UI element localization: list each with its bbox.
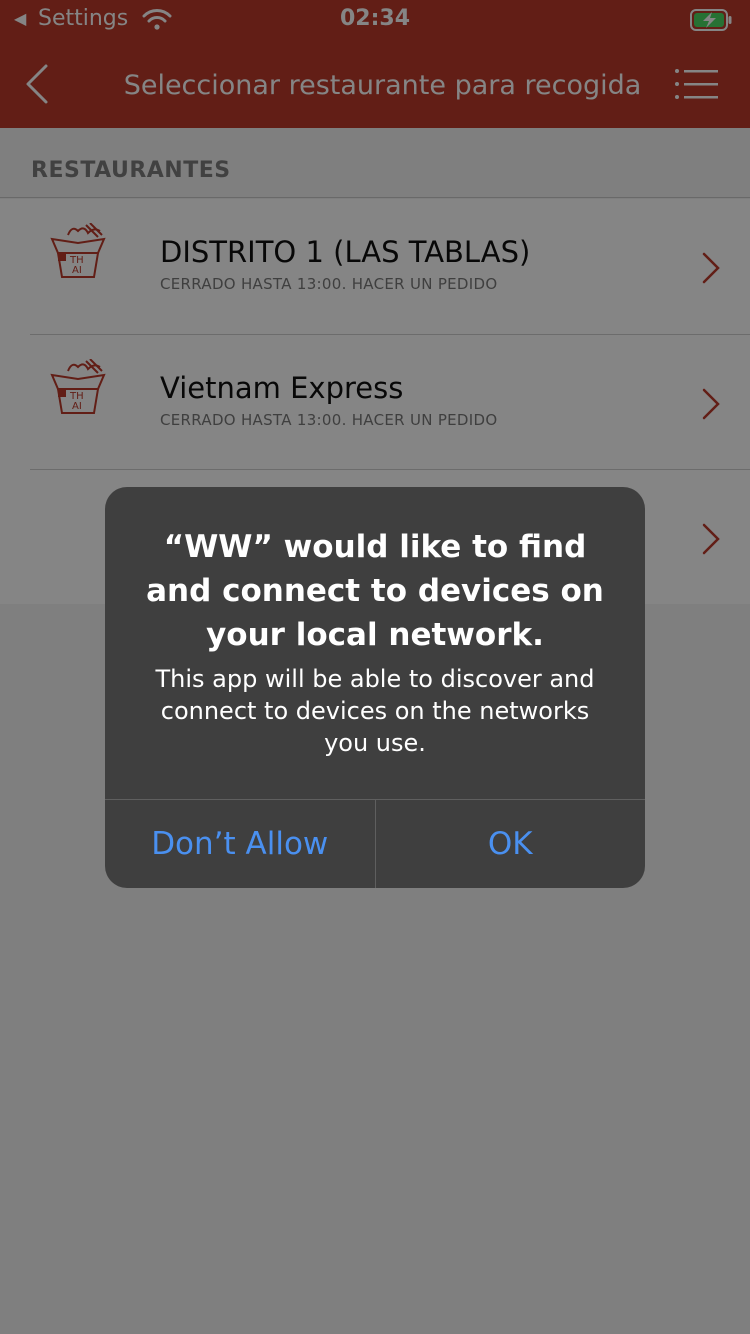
dialog-title: “WW” would like to find and connect to d… — [146, 529, 604, 653]
dialog-message: This app will be able to discover and co… — [155, 665, 595, 757]
dialog-actions: Don’t Allow OK — [105, 799, 645, 888]
ok-button[interactable]: OK — [374, 800, 646, 888]
local-network-permission-dialog: “WW” would like to find and connect to d… — [105, 487, 645, 888]
dont-allow-button[interactable]: Don’t Allow — [105, 800, 375, 888]
